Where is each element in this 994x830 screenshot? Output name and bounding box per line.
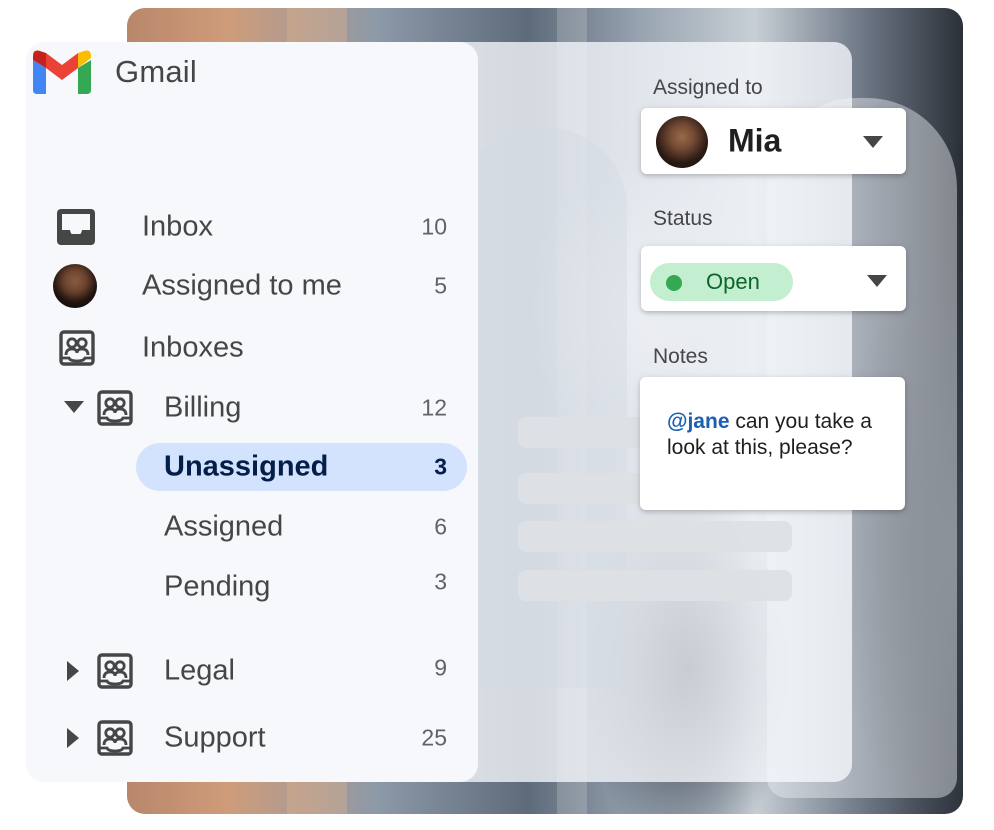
avatar xyxy=(53,264,97,308)
sidebar-item-assigned[interactable]: Assigned 6 xyxy=(136,503,467,551)
skeleton-line xyxy=(518,570,792,601)
caret-right-icon[interactable] xyxy=(67,661,81,681)
assignee-name: Mia xyxy=(728,122,782,159)
status-value: Open xyxy=(706,269,760,294)
sidebar-item-billing[interactable]: Billing 12 xyxy=(50,384,460,432)
sidebar-item-unassigned[interactable]: Unassigned 3 xyxy=(136,443,467,491)
caret-down-icon[interactable] xyxy=(64,401,84,415)
shared-inbox-icon xyxy=(97,653,133,689)
sidebar-item-support[interactable]: Support 25 xyxy=(50,714,460,762)
status-dropdown[interactable]: Open xyxy=(641,246,906,311)
status-badge: Open xyxy=(650,263,793,301)
sidebar-item-label: Legal xyxy=(164,654,235,687)
skeleton-line xyxy=(518,473,658,504)
sidebar-item-count: 25 xyxy=(421,724,447,751)
assignee-dropdown[interactable]: Mia xyxy=(641,108,906,174)
sidebar-item-assigned-to-me[interactable]: Assigned to me 5 xyxy=(50,262,460,310)
caret-right-icon[interactable] xyxy=(67,728,81,748)
sidebar-item-pending[interactable]: Pending 3 xyxy=(136,563,467,611)
notes-field[interactable]: @jane can you take a look at this, pleas… xyxy=(640,377,905,510)
notes-label: Notes xyxy=(653,345,708,368)
brand-name: Gmail xyxy=(115,54,197,89)
status-label: Status xyxy=(653,207,713,230)
assigned-to-label: Assigned to xyxy=(653,76,763,99)
sidebar-item-count: 10 xyxy=(421,213,447,240)
sidebar-item-inbox[interactable]: Inbox 10 xyxy=(50,203,460,251)
shared-inbox-icon xyxy=(97,390,133,426)
shared-inbox-icon xyxy=(59,330,95,366)
chevron-down-icon xyxy=(863,136,883,148)
sidebar-item-label: Assigned xyxy=(164,510,284,543)
sidebar-item-legal[interactable]: Legal 9 xyxy=(50,647,460,695)
sidebar-item-label: Unassigned xyxy=(164,450,329,483)
mention[interactable]: @jane xyxy=(667,410,730,433)
sidebar-item-count: 12 xyxy=(421,394,447,421)
sidebar-item-count: 3 xyxy=(434,453,447,480)
sidebar-item-count: 3 xyxy=(434,568,447,595)
shared-inbox-icon xyxy=(97,720,133,756)
sidebar-item-label: Inbox xyxy=(142,210,213,243)
gmail-logo-icon[interactable] xyxy=(33,50,91,94)
sidebar-item-label: Assigned to me xyxy=(142,269,342,302)
inbox-icon xyxy=(57,209,95,245)
sidebar-item-label: Billing xyxy=(164,391,242,424)
chevron-down-icon xyxy=(867,275,887,287)
note-text: @jane can you take a look at this, pleas… xyxy=(667,409,887,461)
skeleton-line xyxy=(518,521,792,552)
assignee-avatar xyxy=(656,116,708,168)
sidebar-item-count: 6 xyxy=(434,513,447,540)
sidebar-item-label: Support xyxy=(164,721,266,754)
status-dot-icon xyxy=(666,275,682,291)
sidebar-item-label: Pending xyxy=(164,570,271,603)
sidebar-item-count: 5 xyxy=(434,272,447,299)
skeleton-line xyxy=(518,417,658,448)
sidebar-item-label: Inboxes xyxy=(142,331,244,364)
sidebar-item-count: 9 xyxy=(434,654,447,681)
sidebar-item-inboxes[interactable]: Inboxes xyxy=(50,324,460,372)
